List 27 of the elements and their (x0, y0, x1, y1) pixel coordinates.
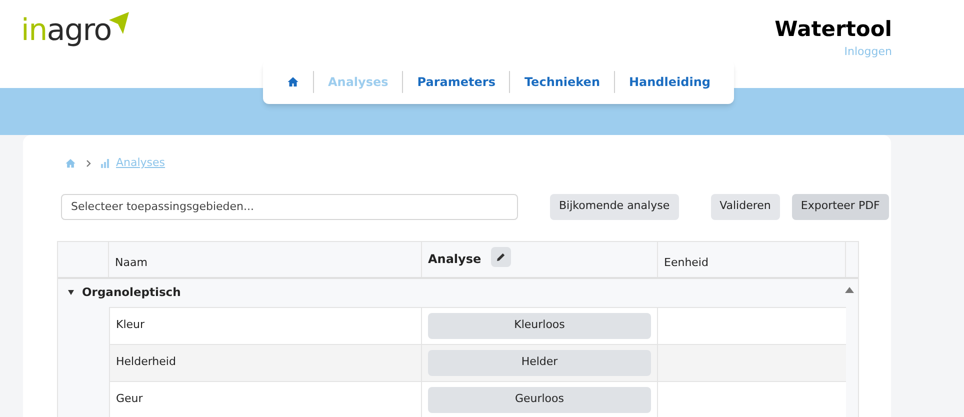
column-header: Naam (115, 255, 148, 271)
search-field[interactable]: Selecteer toepassingsgebieden... (61, 194, 518, 220)
app-title: Watertool (774, 16, 892, 42)
nav-link[interactable]: Technieken (510, 73, 614, 91)
action-button[interactable]: Bijkomende analyse (550, 194, 679, 220)
nav-link[interactable]: Parameters (403, 73, 510, 91)
scroll-up-icon[interactable] (845, 286, 854, 292)
column-header: Eenheid (664, 255, 708, 271)
table-cell-text: Kleur (116, 317, 145, 334)
pencil-icon (496, 252, 506, 262)
table-cell-text: Geur (116, 391, 143, 408)
bar-chart-icon (101, 158, 110, 168)
chevron-right-icon (86, 160, 91, 167)
action-button[interactable]: Exporteer PDF (792, 194, 889, 220)
analysis-value-button[interactable]: Kleurloos (428, 312, 651, 338)
edit-button[interactable] (491, 246, 512, 266)
expand-toggle[interactable] (66, 288, 76, 298)
analysis-value-button[interactable]: Geurloos (428, 386, 651, 412)
column-header: Analyse (428, 250, 482, 268)
action-button[interactable]: Valideren (710, 194, 780, 220)
group-label: Organoleptisch (82, 284, 181, 301)
analysis-value-button[interactable]: Helder (428, 350, 651, 376)
nav-link[interactable]: Handleiding (615, 73, 724, 91)
logo-text: inagro (21, 16, 112, 46)
table-cell-text: Helderheid (116, 354, 176, 370)
caret-down-icon (68, 290, 74, 295)
home-icon (287, 76, 299, 88)
